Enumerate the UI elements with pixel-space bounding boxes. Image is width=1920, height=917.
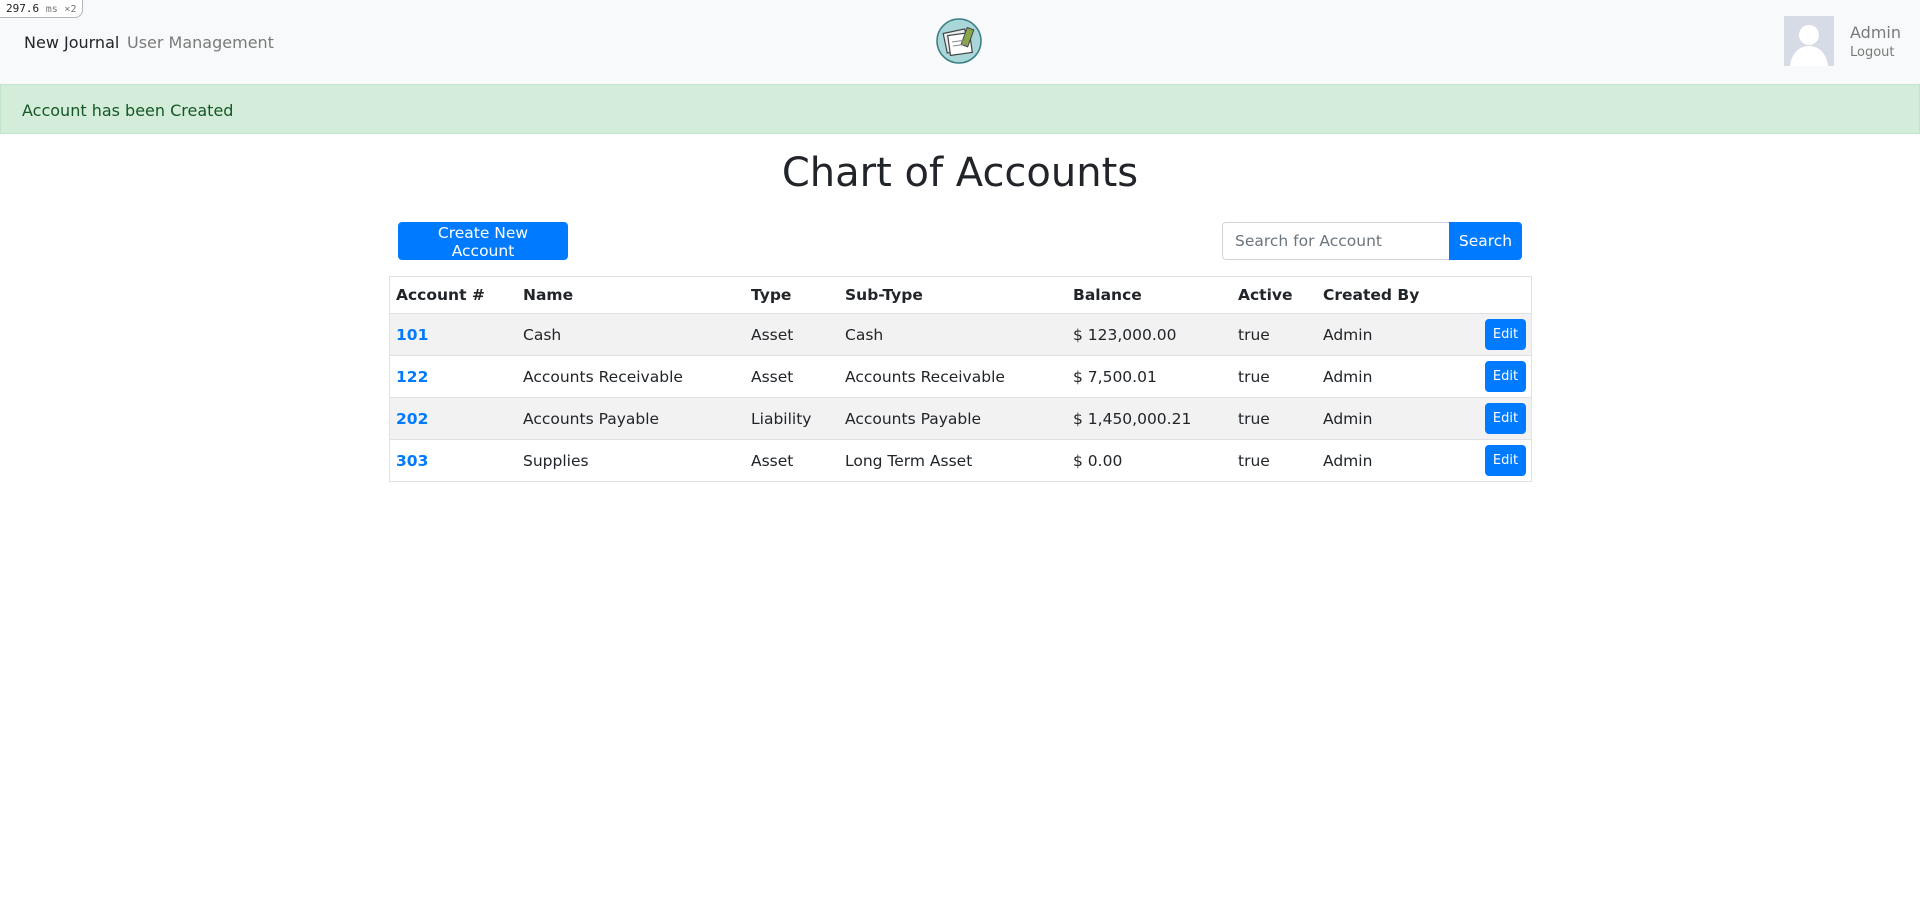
search-input[interactable] <box>1222 222 1450 260</box>
perf-multiplier: ×2 <box>64 4 77 15</box>
account-link[interactable]: 303 <box>396 452 428 470</box>
cell-active: true <box>1232 397 1317 440</box>
navbar: New Journal User Management Admin Logout <box>0 0 1920 84</box>
search-button[interactable]: Search <box>1449 222 1522 260</box>
cell-type: Liability <box>745 397 839 440</box>
cell-balance: $ 0.00 <box>1067 439 1232 481</box>
cell-balance: $ 7,500.01 <box>1067 355 1232 398</box>
cell-actions: Edit <box>1462 313 1531 356</box>
edit-button[interactable]: Edit <box>1485 445 1526 476</box>
create-account-button[interactable]: Create New Account <box>398 222 568 260</box>
account-link[interactable]: 202 <box>396 410 428 428</box>
cell-sub-type: Cash <box>839 313 1067 356</box>
edit-button[interactable]: Edit <box>1485 403 1526 434</box>
table-row: 303 Supplies Asset Long Term Asset $ 0.0… <box>390 439 1531 481</box>
edit-button[interactable]: Edit <box>1485 319 1526 350</box>
cell-actions: Edit <box>1462 355 1531 398</box>
header-balance[interactable]: Balance <box>1067 277 1232 314</box>
cell-created-by: Admin <box>1317 439 1462 481</box>
cell-active: true <box>1232 439 1317 481</box>
account-link[interactable]: 101 <box>396 326 428 344</box>
user-name: Admin <box>1850 23 1901 42</box>
alert-message: Account has been Created <box>22 101 234 120</box>
nav-new-journal[interactable]: New Journal <box>24 33 119 52</box>
table-row: 122 Accounts Receivable Asset Accounts R… <box>390 355 1531 398</box>
cell-active: true <box>1232 313 1317 356</box>
cell-name: Supplies <box>517 439 745 481</box>
cell-created-by: Admin <box>1317 313 1462 356</box>
cell-account-number: 122 <box>390 355 517 398</box>
cell-balance: $ 123,000.00 <box>1067 313 1232 356</box>
cell-created-by: Admin <box>1317 355 1462 398</box>
perf-unit: ms <box>45 4 58 15</box>
cell-balance: $ 1,450,000.21 <box>1067 397 1232 440</box>
perf-badge: 297.6 ms ×2 <box>0 0 84 18</box>
cell-actions: Edit <box>1462 397 1531 440</box>
cell-name: Accounts Payable <box>517 397 745 440</box>
success-alert: Account has been Created <box>0 84 1920 134</box>
cell-type: Asset <box>745 313 839 356</box>
logout-link[interactable]: Logout <box>1850 45 1895 60</box>
edit-button[interactable]: Edit <box>1485 361 1526 392</box>
cell-active: true <box>1232 355 1317 398</box>
cell-sub-type: Accounts Payable <box>839 397 1067 440</box>
header-account-number[interactable]: Account # <box>390 277 517 314</box>
cell-name: Cash <box>517 313 745 356</box>
cell-created-by: Admin <box>1317 397 1462 440</box>
header-name[interactable]: Name <box>517 277 745 314</box>
cell-type: Asset <box>745 355 839 398</box>
header-type[interactable]: Type <box>745 277 839 314</box>
table-header-row: Account # Name Type Sub-Type Balance Act… <box>390 277 1531 314</box>
nav-user-management[interactable]: User Management <box>127 33 274 52</box>
cell-sub-type: Long Term Asset <box>839 439 1067 481</box>
header-created-by[interactable]: Created By <box>1317 277 1462 314</box>
table-row: 101 Cash Asset Cash $ 123,000.00 true Ad… <box>390 313 1531 356</box>
header-sub-type[interactable]: Sub-Type <box>839 277 1067 314</box>
account-link[interactable]: 122 <box>396 368 428 386</box>
header-actions <box>1462 277 1531 314</box>
cell-account-number: 101 <box>390 313 517 356</box>
cell-account-number: 202 <box>390 397 517 440</box>
cell-sub-type: Accounts Receivable <box>839 355 1067 398</box>
ledger-logo-icon[interactable] <box>936 18 982 64</box>
cell-name: Accounts Receivable <box>517 355 745 398</box>
cell-account-number: 303 <box>390 439 517 481</box>
header-active[interactable]: Active <box>1232 277 1317 314</box>
table-row: 202 Accounts Payable Liability Accounts … <box>390 397 1531 440</box>
accounts-table: Account # Name Type Sub-Type Balance Act… <box>389 276 1532 482</box>
cell-type: Asset <box>745 439 839 481</box>
cell-actions: Edit <box>1462 439 1531 481</box>
page-title: Chart of Accounts <box>781 150 1139 196</box>
perf-value: 297.6 <box>6 2 40 15</box>
user-avatar-icon[interactable] <box>1784 16 1834 66</box>
